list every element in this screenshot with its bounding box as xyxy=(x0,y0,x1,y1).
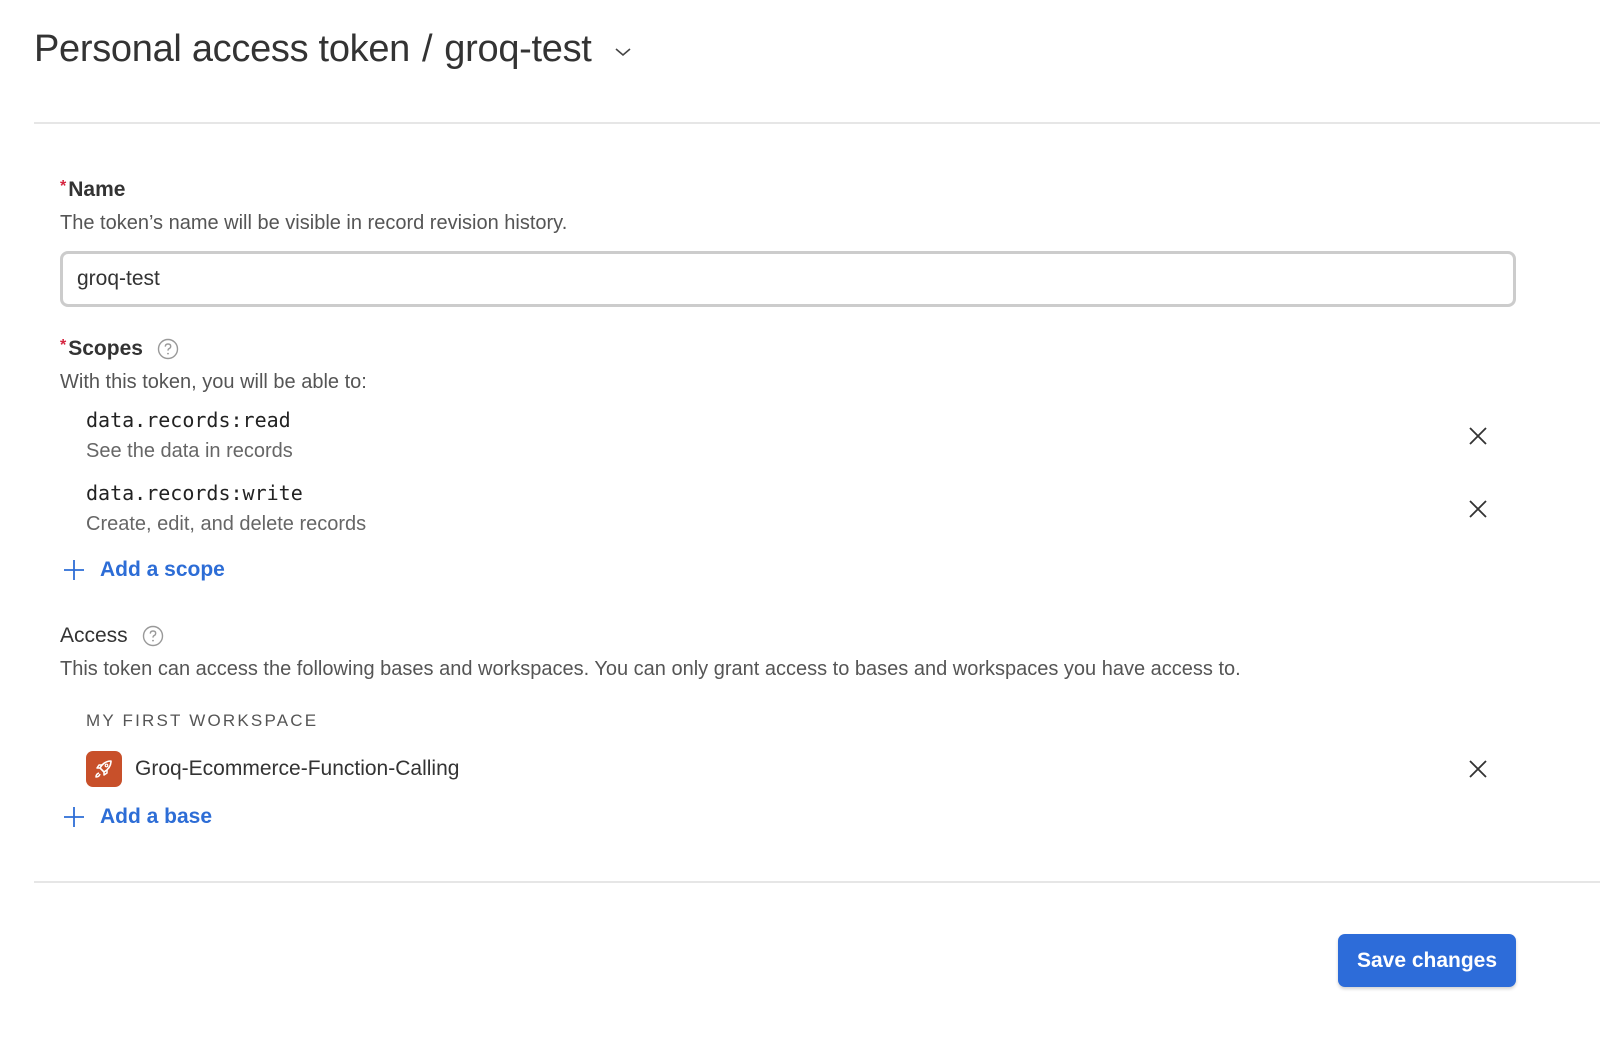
save-changes-button[interactable]: Save changes xyxy=(1338,934,1516,987)
name-description: The token’s name will be visible in reco… xyxy=(60,212,568,234)
name-label: * Name xyxy=(60,178,1560,202)
add-scope-label: Add a scope xyxy=(100,558,225,581)
scopes-label-text: Scopes xyxy=(68,337,143,360)
rocket-icon xyxy=(86,751,122,787)
base-name[interactable]: Groq-Ecommerce-Function-Calling xyxy=(135,757,459,781)
page-title: Personal access token / groq-test xyxy=(34,28,592,71)
scopes-section: * Scopes With this token, you will be ab… xyxy=(60,337,1560,582)
token-name-input[interactable] xyxy=(60,251,1516,307)
close-icon[interactable] xyxy=(1466,757,1490,781)
title-separator: / xyxy=(422,28,433,70)
plus-icon xyxy=(62,805,86,829)
add-base-button[interactable]: Add a base xyxy=(60,805,1560,829)
scope-name: data.records:write xyxy=(86,481,303,505)
scopes-description: With this token, you will be able to: xyxy=(60,371,367,393)
token-form: * Name The token’s name will be visible … xyxy=(60,178,1560,829)
scopes-label: * Scopes xyxy=(60,337,1560,361)
scope-description: See the data in records xyxy=(86,440,293,462)
scope-item: data.records:write Create, edit, and del… xyxy=(60,481,1560,554)
access-label: Access xyxy=(60,624,1560,648)
required-marker: * xyxy=(60,178,67,195)
workspace-heading: MY FIRST WORKSPACE xyxy=(86,711,319,730)
name-section: * Name The token’s name will be visible … xyxy=(60,178,1560,307)
footer-divider xyxy=(34,881,1600,883)
plus-icon xyxy=(62,558,86,582)
scope-list: data.records:read See the data in record… xyxy=(60,408,1560,554)
title-token-name: groq-test xyxy=(444,28,592,70)
access-label-text: Access xyxy=(60,624,128,647)
name-label-text: Name xyxy=(68,178,126,201)
close-icon[interactable] xyxy=(1466,424,1490,448)
chevron-down-icon[interactable] xyxy=(612,41,634,63)
scope-item: data.records:read See the data in record… xyxy=(60,408,1560,481)
close-icon[interactable] xyxy=(1466,497,1490,521)
title-prefix: Personal access token xyxy=(34,28,411,70)
question-circle-icon[interactable] xyxy=(157,338,179,360)
question-circle-icon[interactable] xyxy=(142,625,164,647)
add-base-label: Add a base xyxy=(100,805,213,828)
add-scope-button[interactable]: Add a scope xyxy=(60,558,1560,582)
header-divider xyxy=(34,122,1600,124)
scope-description: Create, edit, and delete records xyxy=(86,513,367,535)
access-description: This token can access the following base… xyxy=(60,658,1241,680)
scope-name: data.records:read xyxy=(86,408,291,432)
required-marker: * xyxy=(60,337,67,354)
page-header: Personal access token / groq-test xyxy=(34,28,634,71)
base-item: Groq-Ecommerce-Function-Calling xyxy=(60,749,1560,789)
access-section: Access This token can access the followi… xyxy=(60,624,1560,829)
